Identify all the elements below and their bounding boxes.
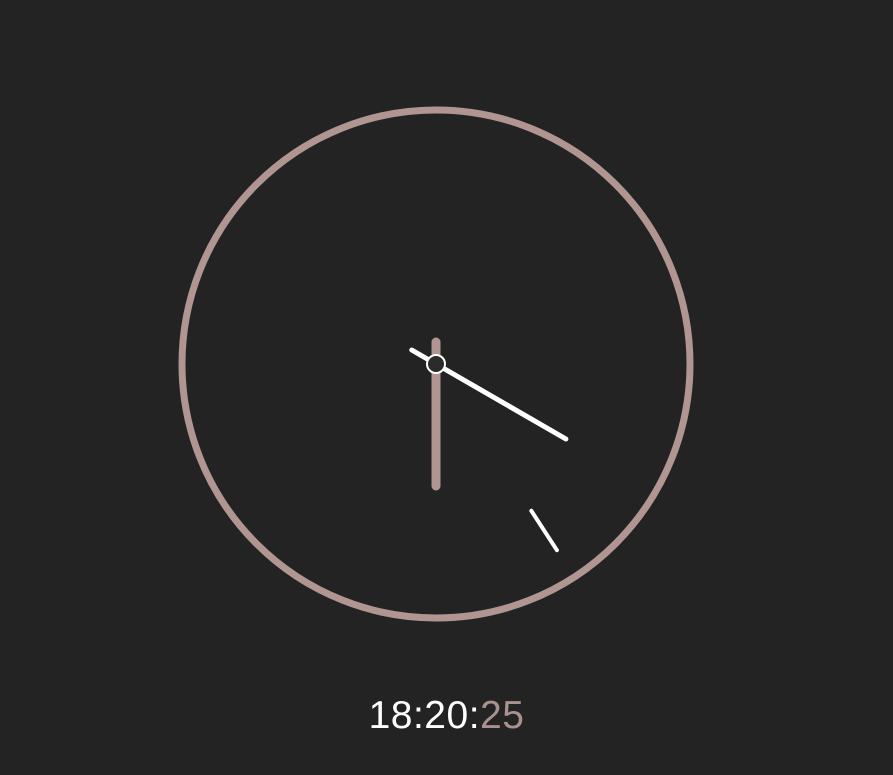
digital-separator: :: [468, 694, 481, 737]
digital-seconds: 25: [480, 694, 525, 737]
digital-hours: 18: [368, 694, 413, 737]
analog-clock: [0, 0, 893, 775]
digital-minutes: 20: [424, 694, 469, 737]
center-pin: [426, 354, 446, 374]
digital-separator: :: [412, 694, 425, 737]
second-hand: [529, 508, 559, 553]
digital-time: 18:20:25: [0, 694, 893, 738]
clock-face-svg: [178, 106, 694, 622]
